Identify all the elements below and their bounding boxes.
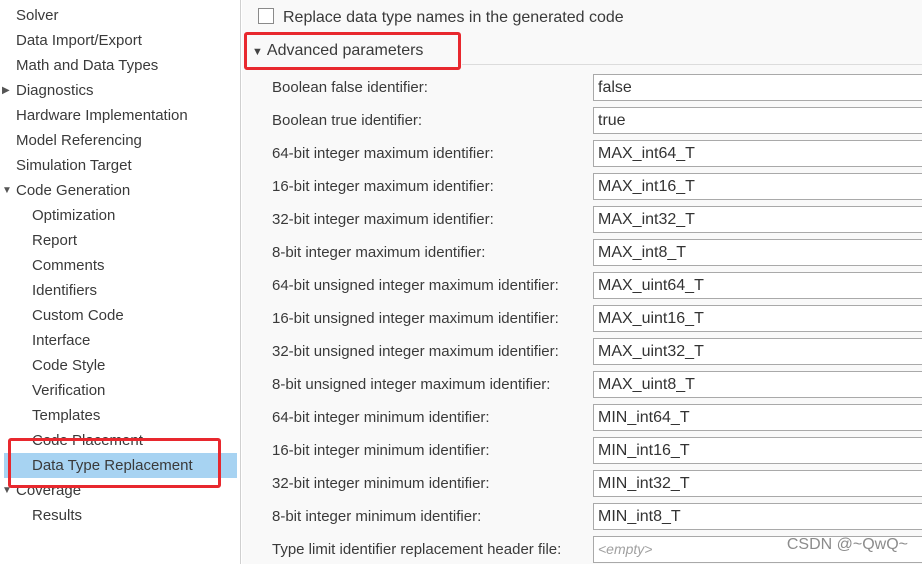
parameter-row: 8-bit unsigned integer maximum identifie… xyxy=(242,371,922,401)
parameter-label: 8-bit unsigned integer maximum identifie… xyxy=(272,376,551,393)
parameter-row: 32-bit integer minimum identifier: MIN_in… xyxy=(242,470,922,500)
tree-item-interface[interactable]: Interface xyxy=(0,328,238,353)
parameter-row: 64-bit integer minimum identifier: MIN_in… xyxy=(242,404,922,434)
tree-item-label: Simulation Target xyxy=(16,157,132,174)
tree-item-label: Templates xyxy=(32,407,101,424)
tree-item-simulation-target[interactable]: Simulation Target xyxy=(0,153,238,178)
parameter-label: Boolean true identifier: xyxy=(272,112,423,129)
settings-panel: Replace data type names in the generated… xyxy=(242,0,922,564)
tree-item-identifiers[interactable]: Identifiers xyxy=(0,278,238,303)
tree-item-label: Comments xyxy=(32,257,105,274)
replace-data-type-names-checkbox[interactable] xyxy=(258,8,274,24)
tree-item-verification[interactable]: Verification xyxy=(0,378,238,403)
tree-item-results[interactable]: Results xyxy=(0,503,238,528)
tree-item-label: Optimization xyxy=(32,207,116,224)
tree-item-diagnostics[interactable]: ▶ Diagnostics xyxy=(0,78,238,103)
csdn-watermark: CSDN @~QwQ~ xyxy=(786,536,908,553)
parameter-value-field[interactable]: MAX_int8_T xyxy=(593,239,922,266)
parameter-label: 16-bit unsigned integer maximum identifi… xyxy=(272,310,559,327)
parameter-row: 16-bit integer minimum identifier: MIN_in… xyxy=(242,437,922,467)
parameter-label: 8-bit integer maximum identifier: xyxy=(272,244,486,261)
tree-item-label: Code Placement xyxy=(32,432,143,449)
replace-data-type-names-label: Replace data type names in the generated… xyxy=(283,9,624,26)
tree-item-label: Code Style xyxy=(32,357,106,374)
tree-item-hardware-implementation[interactable]: Hardware Implementation xyxy=(0,103,238,128)
tree-item-label: Identifiers xyxy=(32,282,98,299)
parameter-label: 8-bit integer minimum identifier: xyxy=(272,508,482,525)
tree-item-custom-code[interactable]: Custom Code xyxy=(0,303,238,328)
tree-item-label: Data Type Replacement xyxy=(32,457,193,474)
advanced-parameters-label: Advanced parameters xyxy=(266,42,424,59)
parameter-value-field[interactable]: false xyxy=(593,74,922,101)
tree-item-code-generation[interactable]: ▼ Code Generation xyxy=(0,178,238,203)
tree-item-label: Math and Data Types xyxy=(16,57,159,74)
expanded-caret-icon[interactable]: ▼ xyxy=(2,478,12,503)
tree-item-label: Solver xyxy=(16,7,59,24)
tree-item-label: Results xyxy=(32,507,83,524)
parameter-value-field[interactable]: MIN_int32_T xyxy=(593,470,922,497)
tree-item-label: Code Generation xyxy=(16,182,131,199)
collapse-arrow-icon: ▼ xyxy=(252,46,263,58)
parameter-value-field[interactable]: MAX_uint16_T xyxy=(593,305,922,332)
collapsed-caret-icon[interactable]: ▶ xyxy=(2,78,12,103)
parameter-label: 64-bit integer minimum identifier: xyxy=(272,409,490,426)
tree-item-solver[interactable]: Solver xyxy=(0,3,238,28)
parameter-row: 16-bit integer maximum identifier: MAX_in… xyxy=(242,173,922,203)
parameter-row: 32-bit integer maximum identifier: MAX_in… xyxy=(242,206,922,236)
advanced-parameters-toggle[interactable]: ▼ Advanced parameters xyxy=(252,39,423,63)
parameter-value-field[interactable]: MAX_uint8_T xyxy=(593,371,922,398)
parameter-row: 32-bit unsigned integer maximum identifi… xyxy=(242,338,922,368)
tree-item-report[interactable]: Report xyxy=(0,228,238,253)
tree-item-math-and-data-types[interactable]: Math and Data Types xyxy=(0,53,238,78)
tree-item-code-style[interactable]: Code Style xyxy=(0,353,238,378)
parameter-label: Type limit identifier replacement header… xyxy=(272,541,562,558)
tree-item-data-import-export[interactable]: Data Import/Export xyxy=(0,28,238,53)
tree-item-label: Interface xyxy=(32,332,91,349)
parameter-label: 32-bit integer minimum identifier: xyxy=(272,475,490,492)
tree-item-templates[interactable]: Templates xyxy=(0,403,238,428)
parameter-label: Boolean false identifier: xyxy=(272,79,428,96)
tree-item-label: Verification xyxy=(32,382,106,399)
expanded-caret-icon[interactable]: ▼ xyxy=(2,178,12,203)
parameter-label: 16-bit integer minimum identifier: xyxy=(272,442,490,459)
tree-item-coverage[interactable]: ▼ Coverage xyxy=(0,478,238,503)
parameter-value-field[interactable]: MAX_uint32_T xyxy=(593,338,922,365)
parameter-label: 16-bit integer maximum identifier: xyxy=(272,178,494,195)
tree-item-label: Report xyxy=(32,232,78,249)
tree-item-model-referencing[interactable]: Model Referencing xyxy=(0,128,238,153)
settings-tree: Solver Data Import/Export Math and Data Ty… xyxy=(0,0,241,564)
parameter-row: Boolean true identifier: true xyxy=(242,107,922,137)
parameter-value-field[interactable]: MIN_int8_T xyxy=(593,503,922,530)
tree-item-data-type-replacement[interactable]: Data Type Replacement xyxy=(4,453,237,478)
parameter-row: Boolean false identifier: false xyxy=(242,74,922,104)
parameter-value-field[interactable]: MAX_int32_T xyxy=(593,206,922,233)
section-divider xyxy=(462,64,922,65)
parameter-value-field[interactable]: MIN_int64_T xyxy=(593,404,922,431)
tree-item-code-placement[interactable]: Code Placement xyxy=(0,428,238,453)
parameter-value-field[interactable]: MIN_int16_T xyxy=(593,437,922,464)
parameter-value-field[interactable]: MAX_int64_T xyxy=(593,140,922,167)
tree-item-label: Coverage xyxy=(16,482,82,499)
parameter-value-field[interactable]: MAX_int16_T xyxy=(593,173,922,200)
parameter-label: 32-bit integer maximum identifier: xyxy=(272,211,494,228)
tree-item-label: Diagnostics xyxy=(16,82,94,99)
tree-item-label: Data Import/Export xyxy=(16,32,142,49)
tree-item-label: Hardware Implementation xyxy=(16,107,188,124)
parameter-value-field[interactable]: true xyxy=(593,107,922,134)
parameter-label: 64-bit unsigned integer maximum identifi… xyxy=(272,277,559,294)
tree-item-label: Custom Code xyxy=(32,307,124,324)
parameter-row: 8-bit integer minimum identifier: MIN_int… xyxy=(242,503,922,533)
parameter-value-field[interactable]: MAX_uint64_T xyxy=(593,272,922,299)
parameter-row: 64-bit integer maximum identifier: MAX_in… xyxy=(242,140,922,170)
parameter-row: 16-bit unsigned integer maximum identifi… xyxy=(242,305,922,335)
tree-item-comments[interactable]: Comments xyxy=(0,253,238,278)
parameter-label: 32-bit unsigned integer maximum identifi… xyxy=(272,343,559,360)
tree-item-optimization[interactable]: Optimization xyxy=(0,203,238,228)
parameter-row: 64-bit unsigned integer maximum identifi… xyxy=(242,272,922,302)
parameter-label: 64-bit integer maximum identifier: xyxy=(272,145,494,162)
parameter-row: 8-bit integer maximum identifier: MAX_int… xyxy=(242,239,922,269)
tree-item-label: Model Referencing xyxy=(16,132,142,149)
